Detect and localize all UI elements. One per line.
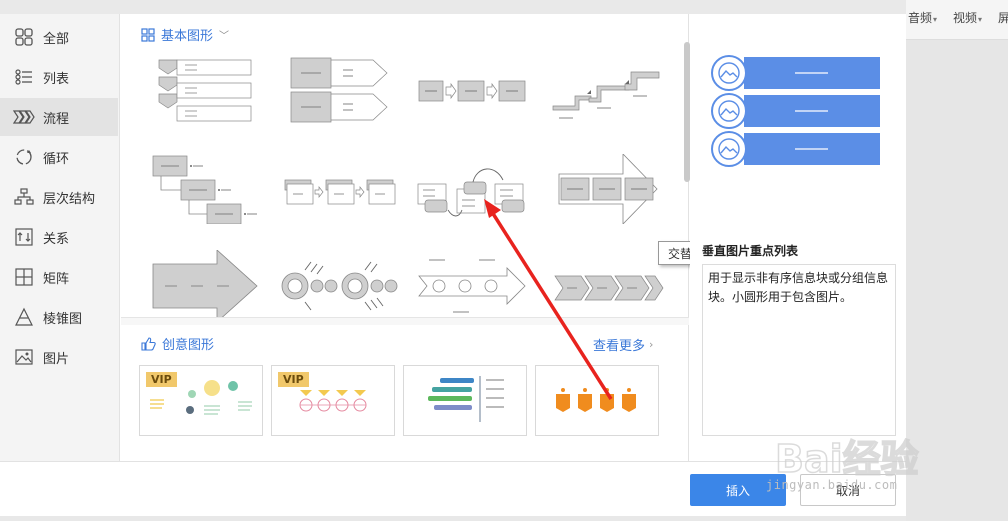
sidebar-item-label: 全部 (43, 31, 70, 47)
screen-ribbon-button[interactable]: 屏 (998, 9, 1008, 26)
ribbon-fragment: 音频▾ 视频▾ 屏 (906, 0, 1008, 40)
creative-shapes-header: 创意图形 (141, 334, 214, 353)
smartart-thumbnail[interactable] (151, 154, 281, 224)
basic-shapes-header[interactable]: 基本图形 ﹀ (141, 25, 229, 44)
vip-badge: VIP (278, 372, 309, 387)
sidebar-item-label: 流程 (43, 111, 70, 127)
thumbs-up-icon (141, 336, 156, 351)
smartart-thumbnail[interactable] (277, 250, 407, 320)
view-more-label: 查看更多 (593, 339, 646, 354)
creative-shapes-title: 创意图形 (162, 338, 215, 353)
video-ribbon-button[interactable]: 视频▾ (953, 9, 982, 26)
smartart-thumbnail[interactable] (417, 56, 547, 126)
baidu-watermark: Bai经验 (775, 436, 919, 482)
view-more-link[interactable]: 查看更多 › (593, 335, 653, 354)
sidebar-item-process[interactable]: 流程 (0, 98, 118, 136)
sidebar-item-relationship[interactable]: 关系 (0, 218, 118, 256)
smartart-thumbnail[interactable] (151, 250, 281, 320)
sidebar-item-picture[interactable]: 图片 (0, 338, 118, 376)
watermark-url: jingyan.baidu.com (766, 478, 898, 492)
smartart-thumbnail[interactable] (553, 154, 683, 224)
hierarchy-icon (13, 186, 35, 208)
basic-shapes-title: 基本图形 (161, 29, 214, 44)
sidebar-item-label: 列表 (43, 71, 70, 87)
chevron-right-icon: › (649, 338, 654, 351)
sidebar-item-label: 关系 (43, 231, 70, 247)
sidebar-item-label: 层次结构 (43, 191, 96, 207)
sidebar-item-all[interactable]: 全部 (0, 18, 118, 56)
creative-template-card[interactable] (403, 365, 527, 436)
sidebar-item-label: 循环 (43, 151, 70, 167)
smartart-thumbnail[interactable] (415, 250, 545, 320)
sidebar-item-pyramid[interactable]: 棱锥图 (0, 298, 118, 336)
sidebar-item-label: 棱锥图 (43, 311, 83, 327)
sidebar-item-list[interactable]: 列表 (0, 58, 118, 96)
window-backdrop (0, 0, 1008, 14)
chevron-down-icon: ﹀ (219, 31, 230, 42)
creative-template-card[interactable]: VIP (139, 365, 263, 436)
grid-icon (13, 26, 35, 48)
svg-text:Bai经验: Bai经验 (775, 437, 919, 481)
sidebar-item-cycle[interactable]: 循环 (0, 138, 118, 176)
list-icon (13, 66, 35, 88)
smartart-thumbnail[interactable] (551, 56, 681, 126)
sidebar-item-hierarchy[interactable]: 层次结构 (0, 178, 118, 216)
smartart-dialog: 全部 列表 流程 循环 层次结构 关系 矩阵 棱锥图 图片 基本图形 ﹀ 交替流… (0, 14, 906, 516)
preview-diagram (711, 55, 880, 167)
process-icon (13, 106, 35, 128)
section-divider-band (121, 318, 689, 325)
smartart-thumbnail[interactable] (281, 154, 411, 224)
grid-icon (141, 27, 155, 42)
picture-icon (13, 346, 35, 368)
smartart-thumbnail[interactable] (415, 154, 545, 224)
audio-ribbon-button[interactable]: 音频▾ (908, 9, 937, 26)
creative-template-card[interactable] (535, 365, 659, 436)
sidebar-item-label: 矩阵 (43, 271, 70, 287)
matrix-icon (13, 266, 35, 288)
preview-title: 垂直图片重点列表 (702, 244, 799, 258)
vip-badge: VIP (146, 372, 177, 387)
creative-template-card[interactable]: VIP (271, 365, 395, 436)
category-sidebar: 全部 列表 流程 循环 层次结构 关系 矩阵 棱锥图 图片 (0, 14, 120, 461)
sidebar-item-matrix[interactable]: 矩阵 (0, 258, 118, 296)
preview-panel: 垂直图片重点列表 用于显示非有序信息块或分组信息块。小圆形用于包含图片。 (690, 14, 906, 461)
smartart-thumbnail[interactable] (151, 56, 281, 126)
sidebar-item-label: 图片 (43, 351, 70, 367)
preview-description: 用于显示非有序信息块或分组信息块。小圆形用于包含图片。 (702, 264, 896, 436)
pyramid-icon (13, 306, 35, 328)
relationship-icon (13, 226, 35, 248)
gallery-panel: 基本图形 ﹀ 交替流 创意图形 查看更多 › VIP VIP (121, 14, 714, 461)
cycle-icon (13, 146, 35, 168)
smartart-thumbnail[interactable] (287, 56, 417, 126)
